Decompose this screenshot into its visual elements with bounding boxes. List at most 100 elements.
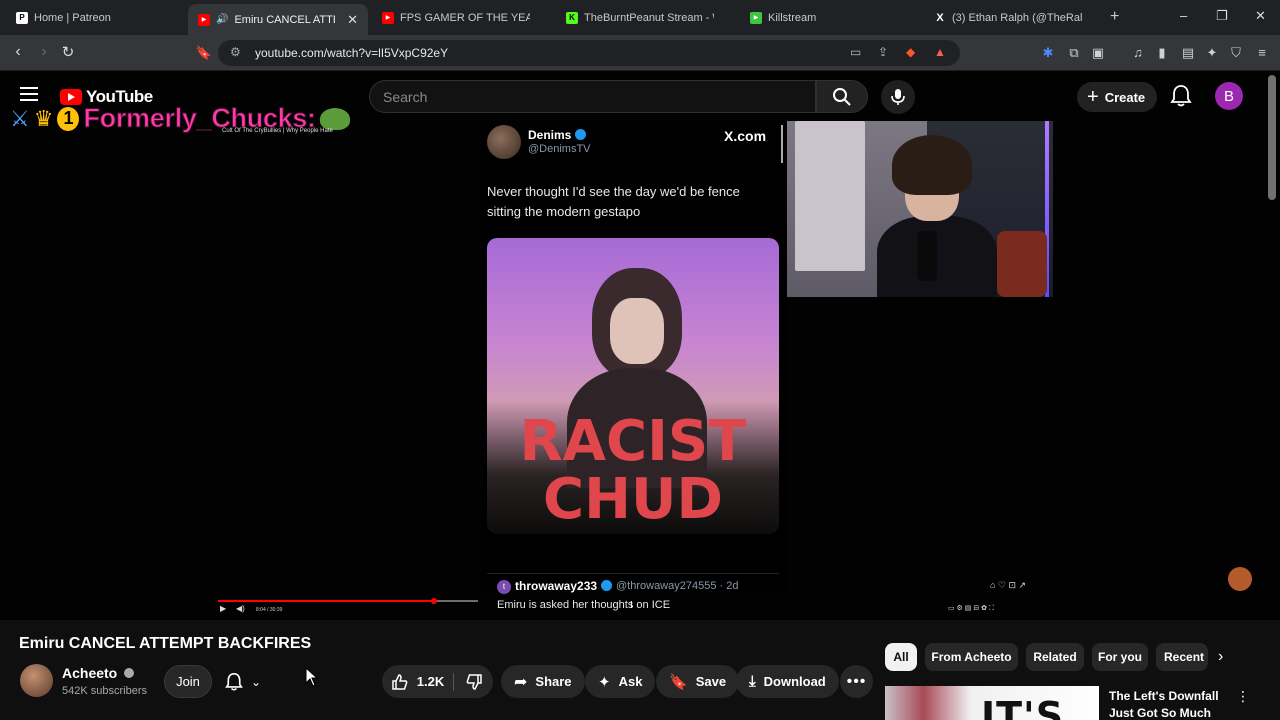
search-button[interactable] xyxy=(816,80,868,113)
extensions-puzzle-icon[interactable]: ⧉ xyxy=(1066,45,1082,61)
channel-name[interactable]: Acheeto xyxy=(62,665,135,681)
create-button[interactable]: + Create xyxy=(1077,82,1158,112)
like-button[interactable]: 1.2K xyxy=(382,665,453,698)
page-scrollbar[interactable] xyxy=(1268,75,1276,200)
site-settings-icon[interactable]: ⚙ xyxy=(230,45,241,59)
streamer-hair xyxy=(892,135,972,195)
extension-icon[interactable]: ✱ xyxy=(1040,45,1056,61)
crown-icon: ♛ xyxy=(33,105,54,131)
tweet-author-avatar xyxy=(487,125,521,159)
tab-title: Emiru CANCEL ATTEMPT xyxy=(234,13,335,26)
x-favicon-icon: X xyxy=(936,11,944,24)
cast-icon[interactable]: ▭ xyxy=(850,45,861,59)
address-bar[interactable]: ⚙ youtube.com/watch?v=lI5VxpC92eY ▭ ⇪ ◆ … xyxy=(218,40,960,66)
tweet-source-label: X.com xyxy=(724,128,767,144)
back-icon[interactable]: ‹ xyxy=(8,43,28,61)
chip-recent[interactable]: Recent xyxy=(1156,643,1208,671)
brave-rewards-icon[interactable]: ▲ xyxy=(934,45,946,59)
quote-author-handle: @throwaway274555 · 2d xyxy=(616,580,739,592)
forward-icon[interactable]: › xyxy=(34,43,54,61)
save-button[interactable]: 🔖 Save xyxy=(656,665,740,698)
brave-shields-icon[interactable]: ◆ xyxy=(906,45,915,59)
wallet-icon[interactable]: ▤ xyxy=(1180,45,1196,61)
vpn-icon[interactable]: ⛉ xyxy=(1228,45,1244,61)
chevron-right-icon[interactable]: › xyxy=(1218,648,1223,666)
quote-body-text: Emiru is asked her thoughts on ICE xyxy=(497,599,671,611)
bookmark-icon[interactable]: 🔖 xyxy=(194,45,214,61)
tweet-image-caption-line2: CHUD xyxy=(543,467,723,532)
voice-search-button[interactable] xyxy=(881,80,915,114)
share-label: Share xyxy=(535,674,572,689)
verified-badge-icon xyxy=(601,580,613,591)
ask-label: Ask xyxy=(618,674,643,689)
tab-burntpeanut[interactable]: K TheBurntPeanut Stream - Watch xyxy=(556,4,736,31)
reload-icon[interactable]: ↻ xyxy=(58,43,78,61)
chevron-down-icon: ⌄ xyxy=(251,674,262,689)
recommendation-title[interactable]: The Left's Downfall Just Got So Much ... xyxy=(1109,688,1219,720)
chip-from-acheeto[interactable]: From Acheeto xyxy=(925,643,1018,671)
rank-badge: 1 xyxy=(57,106,80,131)
inner-progress-bar[interactable] xyxy=(218,598,478,604)
tweet-author-name: Denims xyxy=(528,128,587,142)
tab-emiru-video[interactable]: ▶ 🔊 Emiru CANCEL ATTEMPT ✕ xyxy=(188,4,368,35)
bookmark-save-icon: 🔖 xyxy=(669,673,688,691)
dislike-button[interactable] xyxy=(454,665,493,698)
like-dislike-group: 1.2K xyxy=(382,665,493,698)
chip-all[interactable]: All xyxy=(885,643,917,671)
download-button[interactable]: ⤓ Download xyxy=(736,665,839,698)
search-input[interactable] xyxy=(370,81,815,112)
share-button[interactable]: ➦ Share xyxy=(501,665,585,698)
channel-avatar[interactable] xyxy=(20,664,53,697)
guide-menu-icon[interactable] xyxy=(20,87,38,101)
tab-patreon[interactable]: P Home | Patreon xyxy=(6,4,186,31)
tweet-image: RACIST CHUD xyxy=(487,238,779,534)
share-page-icon[interactable]: ⇪ xyxy=(878,45,888,59)
menu-icon[interactable]: ≡ xyxy=(1254,45,1270,61)
account-avatar[interactable]: B xyxy=(1215,82,1243,110)
kebab-menu-icon[interactable]: ⋮ xyxy=(1236,688,1250,705)
recommendation-thumbnail[interactable]: IT'S xyxy=(885,686,1099,720)
microphone-icon xyxy=(891,89,905,105)
rumble-favicon-icon: ▶ xyxy=(750,11,762,24)
tab-title: FPS GAMER OF THE YEAR DOES xyxy=(400,11,530,24)
video-title: Emiru CANCEL ATTEMPT BACKFIRES xyxy=(19,635,312,652)
bell-icon xyxy=(225,672,243,691)
player-bottom-icons[interactable]: ▭ ⚙ ▤ ⊟ ✿ ⛶ xyxy=(948,604,994,613)
media-control-icon[interactable]: ♫ xyxy=(1130,45,1146,61)
browser-toolbar: ‹ › ↻ 🔖 ⚙ youtube.com/watch?v=lI5VxpC92e… xyxy=(0,35,1280,71)
plus-icon: + xyxy=(1087,86,1099,108)
search-field[interactable] xyxy=(369,80,816,113)
audio-playing-icon[interactable]: 🔊 xyxy=(216,14,228,25)
tab-killstream[interactable]: ▶ Killstream xyxy=(740,4,920,31)
tab-title: TheBurntPeanut Stream - Watch xyxy=(584,11,714,24)
chip-related[interactable]: Related xyxy=(1026,643,1084,671)
subscription-bell-button[interactable]: ⌄ xyxy=(225,668,281,695)
player-settings-icons[interactable]: ⌂ ♡ ⊡ ↗ xyxy=(990,580,1026,591)
browser-tab-strip: P Home | Patreon ▶ 🔊 Emiru CANCEL ATTEMP… xyxy=(0,0,1280,35)
ask-button[interactable]: ✦ Ask xyxy=(585,665,656,698)
notifications-bell-icon[interactable] xyxy=(1170,84,1192,108)
leo-ai-icon[interactable]: ✦ xyxy=(1204,45,1220,61)
restore-button[interactable]: ❐ xyxy=(1216,8,1228,24)
tab-title: Killstream xyxy=(768,11,817,24)
thumbs-down-icon xyxy=(466,673,482,690)
tab-ethan-ralph[interactable]: X (3) Ethan Ralph (@TheRalphRetort xyxy=(924,4,1104,31)
tab-close-icon[interactable]: ✕ xyxy=(347,12,358,28)
more-actions-button[interactable]: ••• xyxy=(840,665,873,698)
inner-play-icon[interactable]: ▶ xyxy=(220,604,226,613)
streamer-microphone xyxy=(917,231,937,281)
new-tab-button[interactable]: + xyxy=(1110,8,1119,26)
inner-volume-icon[interactable]: ◀) xyxy=(236,604,245,613)
webcam-door xyxy=(795,121,865,271)
chip-for-you[interactable]: For you xyxy=(1092,643,1148,671)
inner-progress-handle[interactable] xyxy=(430,598,437,604)
sidebar-toggle-icon[interactable]: ▮ xyxy=(1154,45,1170,61)
close-window-button[interactable]: ✕ xyxy=(1255,8,1266,24)
tab-title: Home | Patreon xyxy=(34,11,111,24)
minimize-button[interactable]: – xyxy=(1180,8,1187,23)
join-button[interactable]: Join xyxy=(164,665,212,698)
save-label: Save xyxy=(695,674,727,689)
tab-fps-gamer[interactable]: ▶ FPS GAMER OF THE YEAR DOES xyxy=(372,4,552,31)
screenshot-icon[interactable]: ▣ xyxy=(1090,45,1106,61)
inner-progress-fill xyxy=(218,600,434,602)
